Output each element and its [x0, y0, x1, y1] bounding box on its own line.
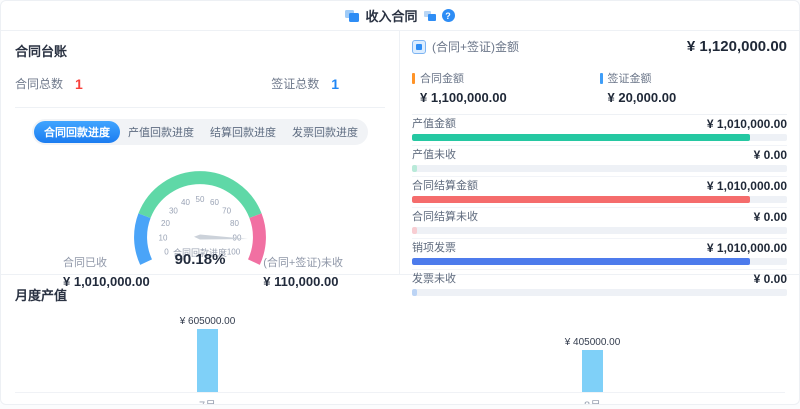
- progress-track: [412, 196, 787, 203]
- svg-text:80: 80: [230, 219, 239, 228]
- folder-icon: [345, 10, 359, 22]
- progress-fill: [412, 165, 417, 172]
- svg-text:50: 50: [196, 195, 205, 204]
- svg-text:90: 90: [233, 233, 242, 242]
- stat-value: 1: [331, 76, 339, 92]
- summary-row-output-amount: 产值金额¥ 1,010,000.00: [412, 115, 787, 146]
- legend-marker: [600, 73, 603, 84]
- svg-text:20: 20: [161, 219, 170, 228]
- bar-group-july: ¥ 605000.00: [15, 306, 400, 392]
- progress-tabs: 合同回款进度 产值回款进度 结算回款进度 发票回款进度: [1, 119, 399, 145]
- progress-track: [412, 258, 787, 265]
- ledger-stats: 合同总数 1 签证总数 1: [15, 75, 385, 108]
- progress-fill: [412, 134, 750, 141]
- x-label-july: 7月: [15, 393, 400, 405]
- tab-settle-progress[interactable]: 结算回款进度: [202, 121, 284, 143]
- progress-track: [412, 289, 787, 296]
- page-header: 收入合同 ?: [1, 1, 799, 31]
- x-label-august: 8月: [400, 393, 785, 405]
- svg-text:60: 60: [210, 198, 219, 207]
- tab-contract-progress[interactable]: 合同回款进度: [34, 121, 120, 143]
- bar-group-august: ¥ 405000.00: [400, 306, 785, 392]
- amount-summary-panel: (合同+签证)金额 ¥ 1,120,000.00 98.21%1.. 合同金额 …: [400, 31, 799, 274]
- switch-icon[interactable]: [424, 11, 436, 21]
- document-icon: [412, 40, 426, 54]
- bar-july: [197, 329, 218, 392]
- bar-value-label: ¥ 405000.00: [565, 337, 621, 348]
- progress-fill: [412, 196, 750, 203]
- stat-contract-total: 合同总数 1: [15, 75, 83, 92]
- summary-row-output-unreceived: 产值未收¥ 0.00: [412, 146, 787, 177]
- stat-visa-total: 签证总数 1: [271, 75, 339, 92]
- stat-label: 签证总数: [271, 75, 319, 92]
- progress-track: [412, 227, 787, 234]
- stacked-bar-legend: 合同金额 ¥ 1,100,000.00 签证金额 ¥ 20,000.00: [412, 70, 787, 115]
- progress-track: [412, 165, 787, 172]
- page-title: 收入合同: [365, 6, 417, 25]
- ledger-title: 合同台账: [15, 41, 385, 60]
- svg-text:70: 70: [222, 206, 231, 215]
- help-icon[interactable]: ?: [442, 9, 455, 22]
- progress-fill: [412, 289, 417, 296]
- total-amount-label: (合同+签证)金额: [432, 38, 519, 55]
- total-amount-value: ¥ 1,120,000.00: [687, 38, 787, 55]
- legend-visa-amount: 签证金额 ¥ 20,000.00: [600, 70, 788, 105]
- gauge-stats: 合同已收 ¥ 1,010,000.00 (合同+签证)未收 ¥ 110,000.…: [63, 254, 343, 289]
- svg-text:10: 10: [159, 233, 168, 242]
- summary-row-output-invoice: 销项发票¥ 1,010,000.00: [412, 239, 787, 270]
- summary-row-settlement-unreceived: 合同结算未收¥ 0.00: [412, 208, 787, 239]
- x-axis: 7月 8月: [15, 392, 785, 405]
- received-amount: 合同已收 ¥ 1,010,000.00: [63, 254, 150, 289]
- summary-row-invoice-unreceived: 发票未收¥ 0.00: [412, 270, 787, 300]
- monthly-output-chart: ¥ 605000.00 ¥ 405000.00: [15, 306, 785, 392]
- total-amount-row: (合同+签证)金额 ¥ 1,120,000.00: [412, 38, 787, 55]
- contract-ledger-panel: 合同台账 合同总数 1 签证总数 1 合同回款进度 产值回款进度 结算回款进度 …: [1, 31, 400, 274]
- income-contract-dashboard: 收入合同 ? 合同台账 合同总数 1 签证总数 1 合同回款进: [0, 0, 800, 405]
- tab-invoice-progress[interactable]: 发票回款进度: [284, 121, 366, 143]
- summary-row-settlement-amount: 合同结算金额¥ 1,010,000.00: [412, 177, 787, 208]
- bar-august: [582, 350, 603, 392]
- legend-marker: [412, 73, 415, 84]
- stat-value: 1: [75, 76, 83, 92]
- unreceived-amount: (合同+签证)未收 ¥ 110,000.00: [263, 254, 343, 289]
- progress-track: [412, 134, 787, 141]
- legend-contract-amount: 合同金额 ¥ 1,100,000.00: [412, 70, 600, 105]
- stat-label: 合同总数: [15, 75, 63, 92]
- tab-bar: 合同回款进度 产值回款进度 结算回款进度 发票回款进度: [32, 119, 368, 145]
- svg-text:40: 40: [181, 198, 190, 207]
- progress-fill: [412, 258, 750, 265]
- tab-output-progress[interactable]: 产值回款进度: [120, 121, 202, 143]
- svg-text:30: 30: [169, 206, 178, 215]
- progress-fill: [412, 227, 417, 234]
- bar-value-label: ¥ 605000.00: [180, 316, 236, 327]
